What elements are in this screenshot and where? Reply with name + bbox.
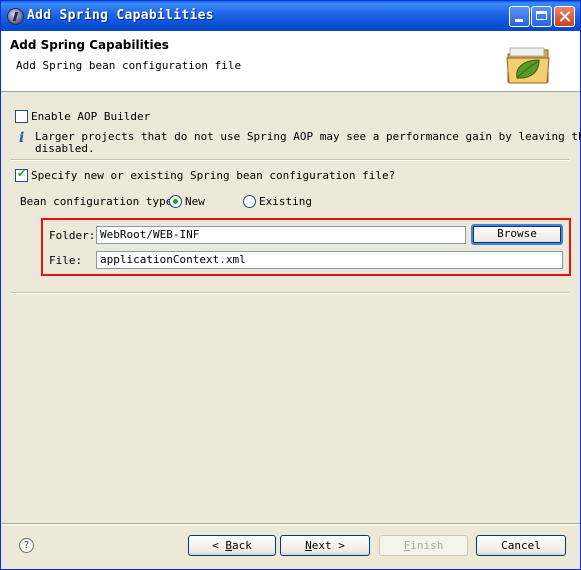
bean-type-existing-label: Existing	[259, 195, 312, 208]
spring-leaf-folder-icon	[506, 47, 550, 84]
separator	[11, 292, 569, 294]
help-icon[interactable]: ?	[19, 538, 34, 553]
bean-config-type-label: Bean configuration type:	[20, 195, 179, 208]
next-mnemonic: N	[305, 539, 312, 552]
info-icon: i	[19, 130, 25, 146]
folder-input[interactable]: WebRoot/WEB-INF	[96, 226, 466, 244]
bean-type-existing-radio[interactable]	[243, 195, 256, 208]
highlighted-file-group: Folder: WebRoot/WEB-INF Browse File: app…	[41, 218, 571, 276]
back-label: ack	[232, 539, 252, 552]
enable-aop-builder-checkbox[interactable]	[15, 110, 28, 123]
cancel-button[interactable]: Cancel	[476, 535, 566, 556]
button-bar-separator	[1, 523, 580, 525]
next-button[interactable]: Next >	[280, 535, 370, 556]
aop-info-text-line2: disabled.	[35, 142, 95, 155]
window-title: Add Spring Capabilities	[27, 8, 214, 23]
maximize-button[interactable]	[531, 6, 552, 27]
minimize-button[interactable]	[509, 6, 530, 27]
file-label: File:	[49, 254, 83, 267]
wizard-page-description: Add Spring bean configuration file	[16, 59, 242, 72]
bean-type-new-radio[interactable]	[169, 195, 182, 208]
title-bar[interactable]: Add Spring Capabilities	[1, 1, 580, 31]
specify-config-file-checkbox[interactable]	[15, 167, 28, 182]
finish-label: inish	[410, 539, 444, 552]
folder-label: Folder:	[49, 229, 96, 242]
close-button[interactable]	[554, 6, 575, 27]
add-spring-capabilities-dialog: Add Spring Capabilities Add Spring Capab…	[0, 0, 581, 570]
specify-config-file-label: Specify new or existing Spring bean conf…	[31, 169, 396, 182]
back-arrow-icon: <	[212, 539, 226, 552]
enable-aop-builder-label: Enable AOP Builder	[31, 110, 151, 123]
wizard-header: Add Spring Capabilities Add Spring bean …	[1, 31, 580, 92]
eclipse-icon	[7, 8, 24, 25]
file-input[interactable]: applicationContext.xml	[96, 251, 563, 269]
next-label: ext	[311, 539, 332, 552]
wizard-page-title: Add Spring Capabilities	[10, 38, 169, 52]
separator	[11, 159, 569, 161]
back-mnemonic: B	[225, 539, 232, 552]
browse-button[interactable]: Browse	[471, 224, 563, 245]
back-button[interactable]: < Back	[188, 535, 276, 556]
bean-type-new-label: New	[185, 195, 205, 208]
next-arrow-icon: >	[331, 539, 345, 552]
finish-button[interactable]: Finish	[379, 535, 468, 556]
aop-info-text-line1: Larger projects that do not use Spring A…	[35, 130, 581, 143]
